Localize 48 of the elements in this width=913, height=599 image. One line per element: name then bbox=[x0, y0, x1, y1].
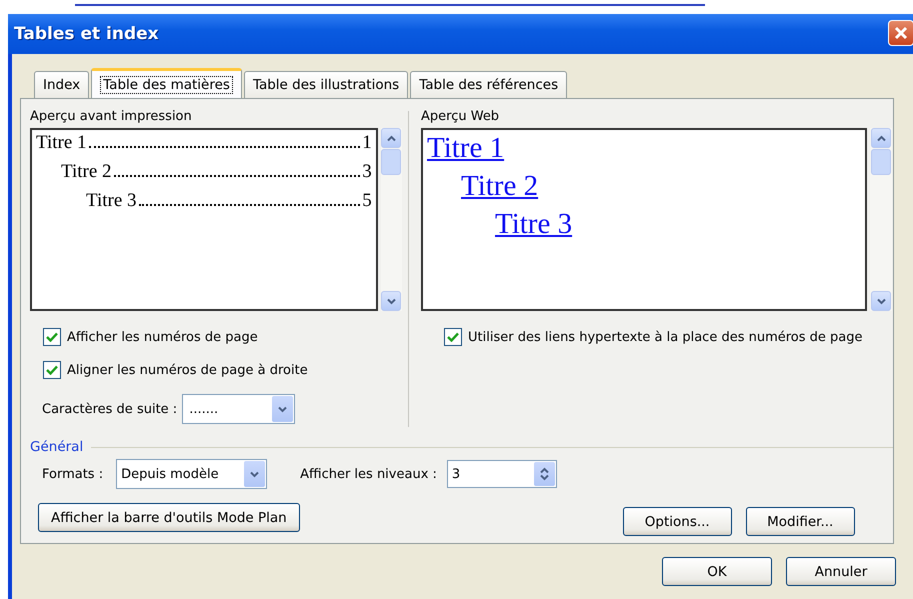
spin-down-icon bbox=[540, 474, 549, 481]
field-label: Afficher les niveaux : bbox=[300, 466, 437, 482]
arrow-up-icon bbox=[876, 134, 886, 142]
arrow-down-icon bbox=[386, 298, 396, 304]
checkbox[interactable] bbox=[43, 361, 61, 379]
checkbox[interactable] bbox=[444, 328, 462, 346]
close-button[interactable] bbox=[888, 20, 913, 46]
options-button[interactable]: Options... bbox=[622, 507, 732, 536]
scroll-thumb[interactable] bbox=[381, 149, 402, 175]
checkbox[interactable] bbox=[43, 328, 61, 346]
heading-link[interactable]: Titre 2 bbox=[461, 170, 538, 208]
scrollbar[interactable] bbox=[870, 128, 892, 311]
heading-link[interactable]: Titre 1 bbox=[427, 132, 504, 170]
levels-spinner[interactable]: 3 bbox=[446, 460, 557, 488]
outline-toolbar-button[interactable]: Afficher la barre d'outils Mode Plan bbox=[38, 503, 300, 532]
section-label: Aperçu avant impression bbox=[30, 109, 192, 124]
ok-button[interactable]: OK bbox=[662, 557, 772, 586]
page-number: 3 bbox=[362, 161, 372, 183]
scrollbar[interactable] bbox=[380, 128, 402, 311]
close-icon bbox=[894, 26, 908, 40]
field-label: Formats : bbox=[42, 466, 104, 482]
arrow-up-icon bbox=[386, 134, 396, 142]
caret-icon bbox=[250, 470, 260, 478]
tab[interactable]: Index bbox=[34, 71, 90, 98]
cancel-button[interactable]: Annuler bbox=[786, 557, 896, 586]
toc-entry-title: Titre 3 bbox=[86, 190, 137, 212]
heading-link[interactable]: Titre 3 bbox=[495, 208, 572, 246]
tab[interactable]: Table des illustrations bbox=[244, 71, 408, 98]
window-title: Tables et index bbox=[14, 24, 159, 44]
spin-up-icon bbox=[540, 467, 549, 474]
toc-entry-title: Titre 1 bbox=[36, 132, 87, 154]
formats-dropdown[interactable]: Depuis modèle bbox=[116, 459, 268, 489]
scroll-thumb[interactable] bbox=[871, 149, 891, 175]
checkbox-label: Afficher les numéros de page bbox=[67, 330, 258, 344]
section-label: Aperçu Web bbox=[421, 109, 500, 124]
checkbox-label: Aligner les numéros de page à droite bbox=[67, 362, 308, 378]
field-label: Caractères de suite : bbox=[42, 402, 178, 416]
leader-dropdown[interactable]: ....... bbox=[182, 394, 296, 424]
checkbox-label: Utiliser des liens hypertexte à la place des numéros de page bbox=[468, 330, 863, 344]
modify-button[interactable]: Modifier... bbox=[746, 507, 855, 536]
group-heading: Général bbox=[30, 439, 84, 455]
toc-entry-title: Titre 2 bbox=[61, 161, 112, 183]
tab[interactable]: Table des références bbox=[410, 71, 568, 98]
arrow-down-icon bbox=[876, 298, 886, 304]
page-number: 1 bbox=[362, 132, 372, 154]
caret-icon bbox=[278, 406, 288, 412]
page-number: 5 bbox=[362, 190, 372, 212]
tab[interactable]: Table des matières bbox=[91, 68, 242, 99]
